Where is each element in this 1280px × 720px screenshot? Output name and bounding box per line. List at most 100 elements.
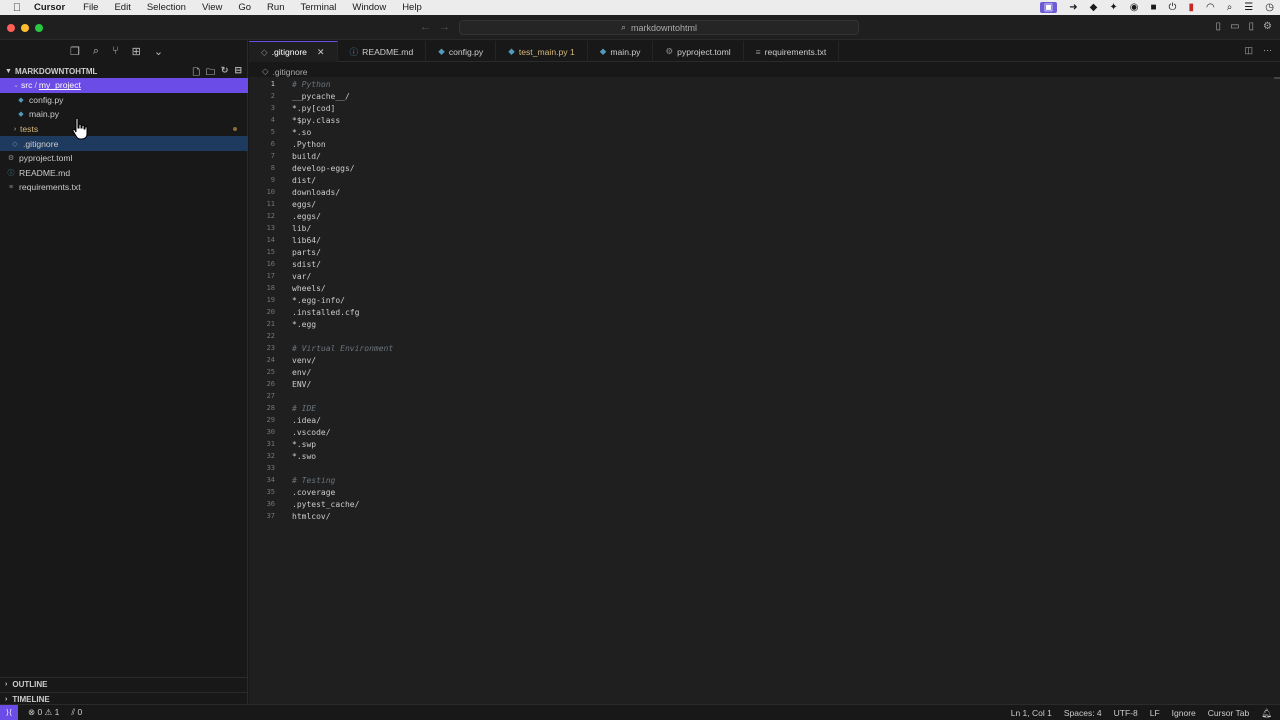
menu-terminal[interactable]: Terminal <box>292 2 344 13</box>
back-arrow-icon[interactable]: ← <box>420 21 439 33</box>
notifications-bell-icon[interactable]: 🔔︎ <box>1261 708 1272 719</box>
code-line[interactable]: 1 # Python <box>249 78 1269 90</box>
code-line[interactable]: 27 <box>249 390 1269 402</box>
code-line[interactable]: 31 *.swp <box>249 438 1269 450</box>
code-line[interactable]: 5 *.so <box>249 126 1269 138</box>
encoding[interactable]: UTF-8 <box>1114 708 1138 718</box>
split-editor-icon[interactable]: ◫ <box>1244 45 1253 56</box>
tab-readme[interactable]: ⓘ README.md <box>338 41 427 62</box>
code-line[interactable]: 32 *.swo <box>249 450 1269 462</box>
battery-icon[interactable]: ▮ <box>1188 2 1194 13</box>
outline-section-header[interactable]: › OUTLINE <box>0 677 248 691</box>
code-line[interactable]: 25 env/ <box>249 366 1269 378</box>
tab-requirements[interactable]: ≡ requirements.txt <box>744 41 840 62</box>
explorer-section-header[interactable]: ▼ MARKDOWNTOHTML 🗋 🗀 ↻ ⊟ <box>0 65 248 77</box>
code-line[interactable]: 6 .Python <box>249 138 1269 150</box>
control-center-icon[interactable]: ☰ <box>1244 2 1253 13</box>
language-mode[interactable]: Ignore <box>1172 708 1196 718</box>
tab-main-py[interactable]: ◆ main.py <box>588 41 654 62</box>
code-line[interactable]: 23 # Virtual Environment <box>249 342 1269 354</box>
wifi-icon[interactable]: ◠ <box>1206 2 1215 13</box>
code-line[interactable]: 33 <box>249 462 1269 474</box>
ports-status[interactable]: ⫽ 0 <box>71 707 82 718</box>
menu-file[interactable]: File <box>75 2 106 13</box>
scrollbar-indicator[interactable] <box>1274 77 1280 79</box>
code-line[interactable]: 35 .coverage <box>249 486 1269 498</box>
code-line[interactable]: 9 dist/ <box>249 174 1269 186</box>
toggle-panel-icon[interactable]: ▭ <box>1230 21 1239 32</box>
code-line[interactable]: 2 __pycache__/ <box>249 90 1269 102</box>
remote-indicator-icon[interactable]: ⟩⟨ <box>0 704 18 720</box>
code-line[interactable]: 24 venv/ <box>249 354 1269 366</box>
screen-record-icon[interactable]: ▣ <box>1039 2 1058 13</box>
app-tray-icon[interactable]: ■ <box>1150 2 1156 13</box>
zoom-window-button[interactable] <box>35 24 43 32</box>
menu-edit[interactable]: Edit <box>106 2 138 13</box>
code-line[interactable]: 28 # IDE <box>249 402 1269 414</box>
code-line[interactable]: 15 parts/ <box>249 246 1269 258</box>
tree-file-config-py[interactable]: ◆ config.py <box>0 93 248 108</box>
cursor-position[interactable]: Ln 1, Col 1 <box>1011 708 1052 718</box>
tab-test-main-py[interactable]: ◆ test_main.py 1 <box>496 41 588 62</box>
problems-status[interactable]: ⊗ 0 ⚠ 1 <box>28 707 59 718</box>
extensions-icon[interactable]: ⊞ <box>132 45 141 58</box>
code-line[interactable]: 14 lib64/ <box>249 234 1269 246</box>
power-icon[interactable]: ⏻ <box>1169 2 1177 13</box>
explorer-files-icon[interactable]: ❐ <box>70 45 80 58</box>
app-menu-cursor[interactable]: Cursor <box>34 2 75 13</box>
code-line[interactable]: 4 *$py.class <box>249 114 1269 126</box>
forward-icon[interactable]: ➜ <box>1069 2 1077 13</box>
more-actions-icon[interactable]: ⋯ <box>1263 45 1272 56</box>
settings-gear-icon[interactable]: ⚙ <box>1263 21 1272 32</box>
menu-view[interactable]: View <box>194 2 230 13</box>
cursor-tab-status[interactable]: Cursor Tab <box>1208 708 1249 718</box>
indentation[interactable]: Spaces: 4 <box>1064 708 1102 718</box>
chevron-down-icon[interactable]: ⌄ <box>154 45 163 58</box>
source-control-icon[interactable]: ⑂ <box>112 45 119 57</box>
code-line[interactable]: 29 .idea/ <box>249 414 1269 426</box>
toggle-primary-sidebar-icon[interactable]: ▯ <box>1216 21 1222 32</box>
tree-file-requirements[interactable]: ≡ requirements.txt <box>0 180 248 195</box>
tree-file-gitignore[interactable]: ◇ .gitignore <box>0 136 248 151</box>
dropbox-icon[interactable]: ✦ <box>1109 2 1117 13</box>
code-line[interactable]: 19 *.egg-info/ <box>249 294 1269 306</box>
code-line[interactable]: 8 develop-eggs/ <box>249 162 1269 174</box>
menu-help[interactable]: Help <box>394 2 430 13</box>
extension-icon[interactable]: ◆ <box>1090 2 1098 13</box>
code-line[interactable]: 26 ENV/ <box>249 378 1269 390</box>
tab-pyproject[interactable]: ⚙ pyproject.toml <box>653 41 744 62</box>
tab-config-py[interactable]: ◆ config.py <box>426 41 497 62</box>
command-center-search[interactable]: ⌕ markdowntohtml <box>459 20 859 35</box>
code-line[interactable]: 7 build/ <box>249 150 1269 162</box>
code-line[interactable]: 10 downloads/ <box>249 186 1269 198</box>
toggle-secondary-sidebar-icon[interactable]: ▯ <box>1249 21 1255 32</box>
code-line[interactable]: 17 var/ <box>249 270 1269 282</box>
menu-go[interactable]: Go <box>230 2 259 13</box>
code-line[interactable]: 34 # Testing <box>249 474 1269 486</box>
code-line[interactable]: 18 wheels/ <box>249 282 1269 294</box>
tree-file-pyproject[interactable]: ⚙ pyproject.toml <box>0 151 248 166</box>
code-line[interactable]: 13 lib/ <box>249 222 1269 234</box>
code-line[interactable]: 21 *.egg <box>249 318 1269 330</box>
code-line[interactable]: 22 <box>249 330 1269 342</box>
code-line[interactable]: 20 .installed.cfg <box>249 306 1269 318</box>
spotlight-search-icon[interactable]: ⌕ <box>1227 2 1233 13</box>
tree-folder-src-my-project[interactable]: ⌄ src / my_project <box>0 78 248 93</box>
code-line[interactable]: 12 .eggs/ <box>249 210 1269 222</box>
menu-window[interactable]: Window <box>344 2 394 13</box>
forward-arrow-icon[interactable]: → <box>439 21 458 33</box>
code-line[interactable]: 37 htmlcov/ <box>249 510 1269 522</box>
minimize-window-button[interactable] <box>21 24 29 32</box>
code-line[interactable]: 36 .pytest_cache/ <box>249 498 1269 510</box>
tree-file-main-py[interactable]: ◆ main.py <box>0 107 248 122</box>
code-line[interactable]: 11 eggs/ <box>249 198 1269 210</box>
end-of-line[interactable]: LF <box>1150 708 1160 718</box>
tab-gitignore[interactable]: ◇ .gitignore ✕ <box>249 41 338 62</box>
search-view-icon[interactable]: ⌕ <box>93 45 99 58</box>
code-editor[interactable]: 1 # Python 2 __pycache__/ 3 *.py[cod] 4 *$py.cl… <box>249 77 1280 704</box>
apple-icon[interactable]:  <box>0 2 34 14</box>
code-line[interactable]: 30 .vscode/ <box>249 426 1269 438</box>
tree-file-readme[interactable]: ⓘ README.md <box>0 166 248 181</box>
code-line[interactable]: 16 sdist/ <box>249 258 1269 270</box>
menu-run[interactable]: Run <box>259 2 292 13</box>
